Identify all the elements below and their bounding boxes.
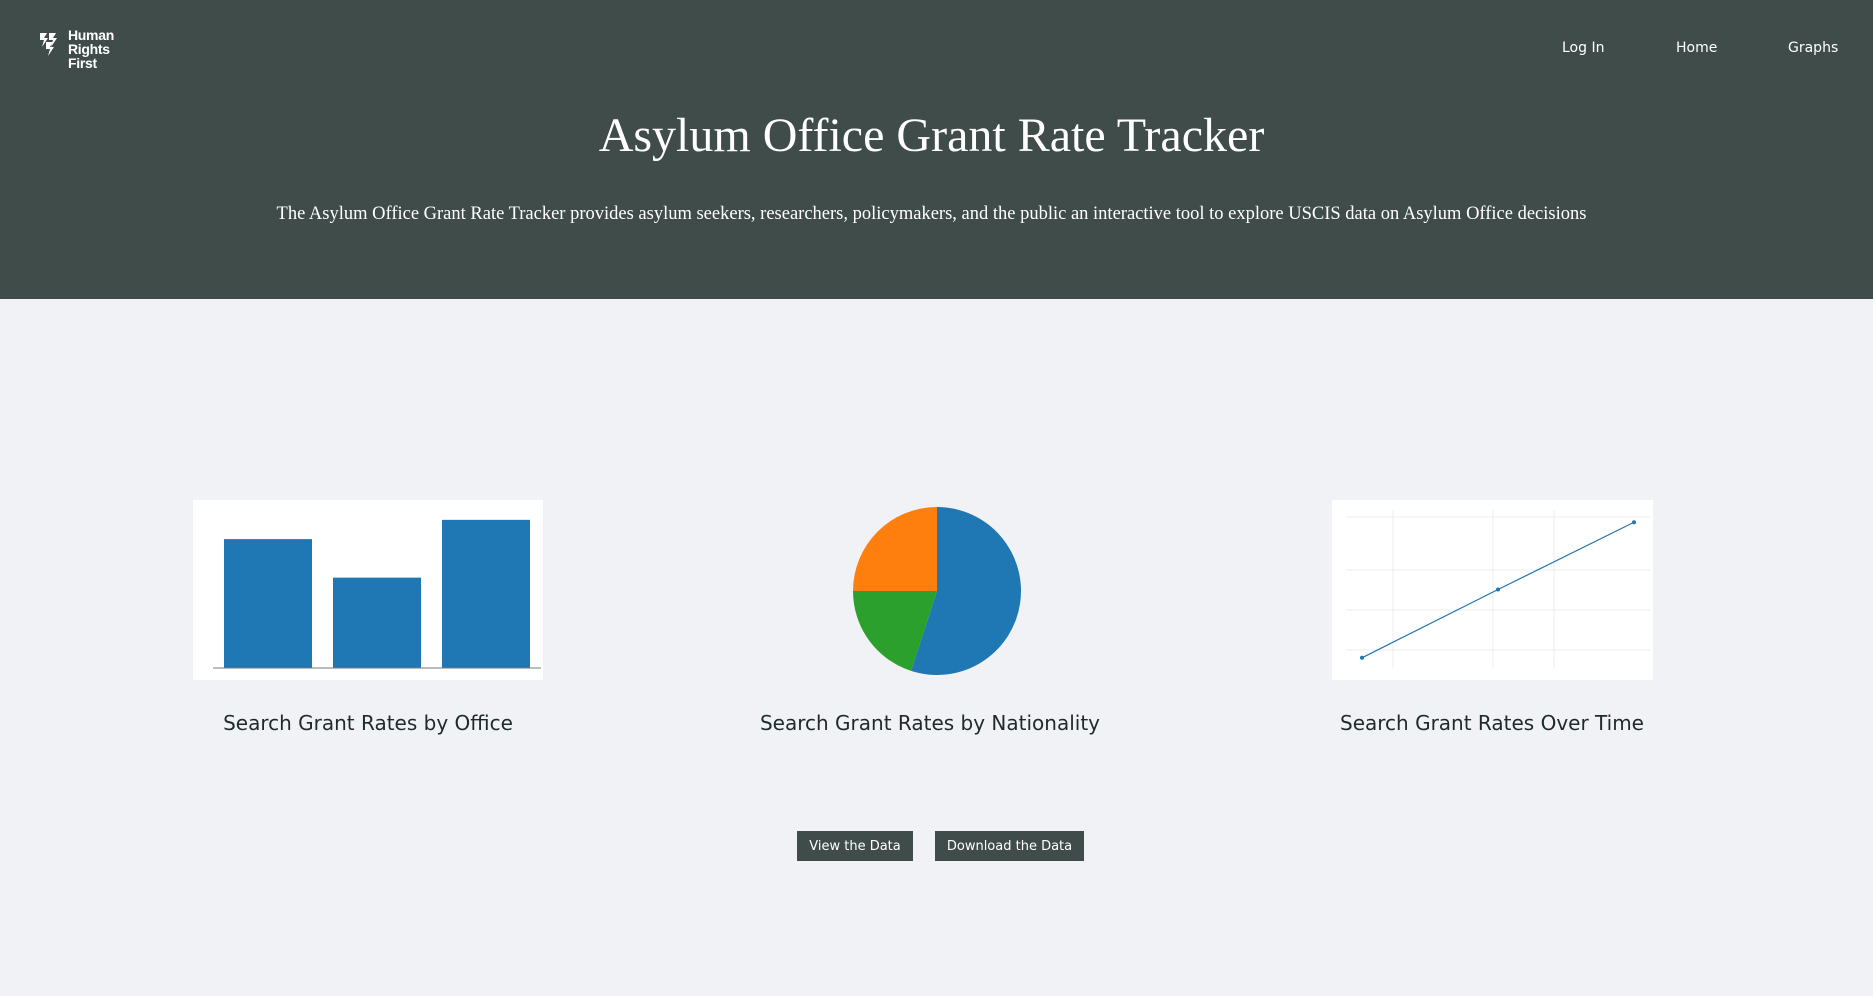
time-card-label[interactable]: Search Grant Rates Over Time xyxy=(1340,711,1644,735)
pie-chart xyxy=(853,507,1021,675)
nav-login-link[interactable]: Log In xyxy=(1562,40,1604,56)
time-chart-thumbnail[interactable] xyxy=(1332,500,1653,680)
data-point xyxy=(1496,587,1500,592)
logo-line: First xyxy=(68,55,97,71)
office-chart-thumbnail[interactable] xyxy=(193,500,543,680)
line-chart xyxy=(1346,510,1650,668)
bar-mark xyxy=(333,577,421,668)
logo-line: Rights xyxy=(68,41,110,57)
page-title: Asylum Office Grant Rate Tracker xyxy=(598,109,1265,162)
bar-mark xyxy=(224,539,312,668)
nav-home-link[interactable]: Home xyxy=(1676,40,1717,56)
logo-mark-icon xyxy=(40,33,57,56)
site-header: Human Rights First Log In Home Graphs As… xyxy=(0,0,1873,299)
data-point xyxy=(1360,655,1364,660)
office-card-label[interactable]: Search Grant Rates by Office xyxy=(223,711,513,735)
view-data-button[interactable]: View the Data xyxy=(797,831,913,861)
nationality-card-label[interactable]: Search Grant Rates by Nationality xyxy=(760,711,1100,735)
download-data-button[interactable]: Download the Data xyxy=(935,831,1084,861)
human-rights-first-logo[interactable]: Human Rights First xyxy=(38,28,114,70)
bar-chart xyxy=(213,519,541,669)
nationality-chart-thumbnail[interactable] xyxy=(852,505,1022,675)
bar-mark xyxy=(442,519,530,668)
pie-slice xyxy=(853,507,937,591)
data-point xyxy=(1632,520,1636,525)
logo-line: Human xyxy=(68,27,114,43)
page-subtitle: The Asylum Office Grant Rate Tracker pro… xyxy=(276,204,1587,224)
nav-graphs-link[interactable]: Graphs xyxy=(1788,40,1838,56)
